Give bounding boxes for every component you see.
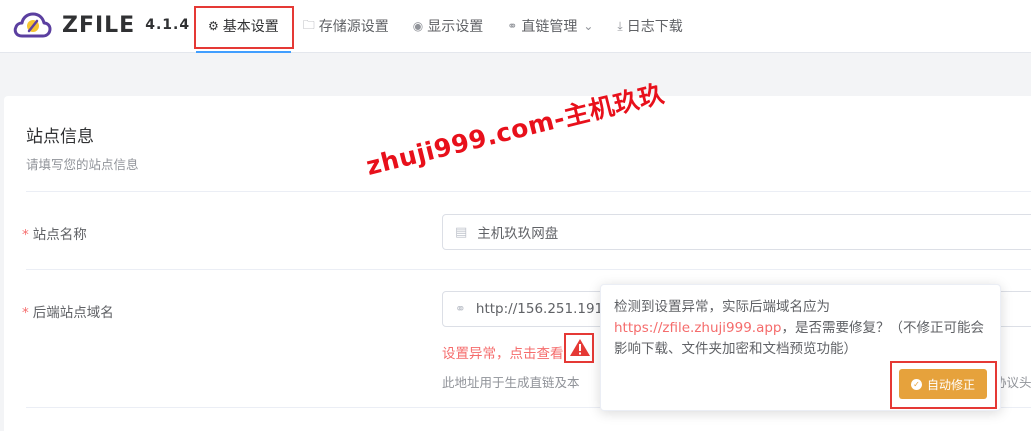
required-mark: *	[22, 227, 29, 243]
nav-label: 直链管理	[521, 19, 578, 35]
section-title: 站点信息	[26, 127, 94, 147]
popover-domain-link[interactable]: https://zfile.zhuji999.app	[614, 320, 782, 336]
required-mark: *	[22, 305, 29, 321]
divider	[26, 269, 1031, 270]
link-icon: ⚭	[455, 301, 466, 317]
section-subtitle: 请填写您的站点信息	[26, 157, 139, 172]
nav-label: 存储源设置	[318, 19, 389, 35]
top-navbar: ZFILE 4.1.4 ⚙ 基本设置 🗀 存储源设置 ◉ 显示设置 ⚭ 直链管理…	[0, 0, 1031, 53]
nav-display-settings[interactable]: ◉ 显示设置	[401, 0, 495, 52]
document-icon: ▤	[455, 224, 468, 240]
nav-link-management[interactable]: ⚭ 直链管理 ⌄	[495, 0, 605, 52]
backend-domain-label-text: 后端站点域名	[32, 305, 114, 321]
highlight-box-warning	[564, 333, 594, 363]
popover-text-before: 检测到设置异常，实际后端域名应为	[614, 299, 830, 315]
site-name-value: 主机玖玖网盘	[477, 226, 559, 242]
backend-domain-value: http://156.251.191	[475, 301, 604, 317]
app-name: ZFILE	[62, 12, 136, 38]
nav-log-download[interactable]: ⤓ 日志下载	[605, 0, 694, 52]
backend-domain-hint: 此地址用于生成直链及本	[442, 375, 580, 390]
popover-message: 检测到设置异常，实际后端域名应为 https://zfile.zhuji999.…	[614, 297, 992, 360]
site-name-label-text: 站点名称	[32, 227, 87, 243]
app-logo[interactable]: ZFILE 4.1.4	[12, 8, 190, 42]
highlight-box-nav	[194, 6, 294, 49]
divider	[26, 191, 1031, 192]
nav-label: 显示设置	[427, 19, 484, 35]
link-icon: ⚭	[507, 19, 518, 33]
backend-domain-label: * 后端站点域名	[22, 301, 114, 321]
highlight-box-button	[890, 361, 997, 409]
app-version: 4.1.4	[145, 17, 191, 33]
download-icon: ⤓	[617, 18, 623, 33]
setting-error-link[interactable]: 设置异常，点击查看	[442, 342, 564, 362]
cloud-logo-icon	[13, 12, 52, 38]
site-name-label: * 站点名称	[22, 223, 87, 243]
eye-icon: ◉	[412, 19, 424, 33]
folder-icon: 🗀	[302, 17, 315, 32]
nav-label: 日志下载	[626, 19, 683, 35]
nav-storage-settings[interactable]: 🗀 存储源设置	[291, 0, 401, 52]
site-name-input[interactable]: ▤ 主机玖玖网盘	[442, 214, 1031, 250]
chevron-down-icon: ⌄	[583, 19, 594, 33]
